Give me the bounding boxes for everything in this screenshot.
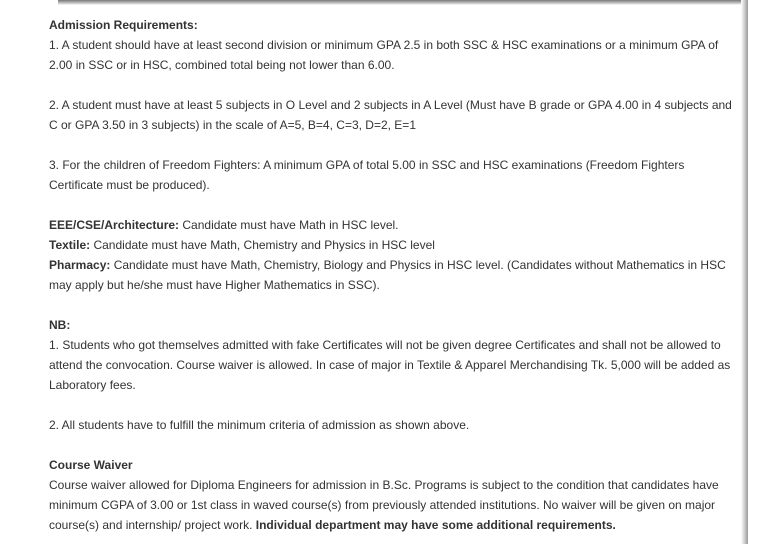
requirement-textile-text: Candidate must have Math, Chemistry and …: [90, 238, 435, 252]
nb-heading: NB:: [49, 318, 71, 332]
requirement-pharmacy-text: Candidate must have Math, Chemistry, Bio…: [49, 258, 726, 292]
requirement-eee-text: Candidate must have Math in HSC level.: [179, 218, 399, 232]
requirement-eee-label: EEE/CSE/Architecture:: [49, 218, 180, 232]
course-waiver-text: Course waiver allowed for Diploma Engine…: [49, 475, 739, 535]
course-waiver-heading: Course Waiver: [49, 458, 133, 472]
admission-item-2: 2. A student must have at least 5 subjec…: [49, 98, 732, 132]
requirement-textile: Textile: Candidate must have Math, Chemi…: [49, 235, 739, 255]
subject-requirements: EEE/CSE/Architecture: Candidate must hav…: [49, 215, 739, 295]
admission-item-3: 3. For the children of Freedom Fighters:…: [49, 158, 685, 192]
course-waiver-note: Individual department may have some addi…: [255, 518, 616, 532]
admission-heading: Admission Requirements:: [49, 18, 198, 32]
requirement-textile-label: Textile:: [49, 238, 91, 252]
nb-item-1: 1. Students who got themselves admitted …: [49, 338, 731, 392]
nb-item-2: 2. All students have to fulfill the mini…: [49, 418, 470, 432]
requirement-pharmacy-label: Pharmacy:: [49, 258, 111, 272]
page: Admission Requirements: 1. A student sho…: [0, 0, 763, 544]
right-shadow-divider: [741, 0, 748, 544]
admission-item-1: 1. A student should have at least second…: [49, 38, 719, 72]
admission-content: Admission Requirements: 1. A student sho…: [49, 15, 739, 535]
top-shadow-divider: [58, 0, 742, 5]
requirement-eee: EEE/CSE/Architecture: Candidate must hav…: [49, 215, 739, 235]
requirement-pharmacy: Pharmacy: Candidate must have Math, Chem…: [49, 255, 739, 295]
